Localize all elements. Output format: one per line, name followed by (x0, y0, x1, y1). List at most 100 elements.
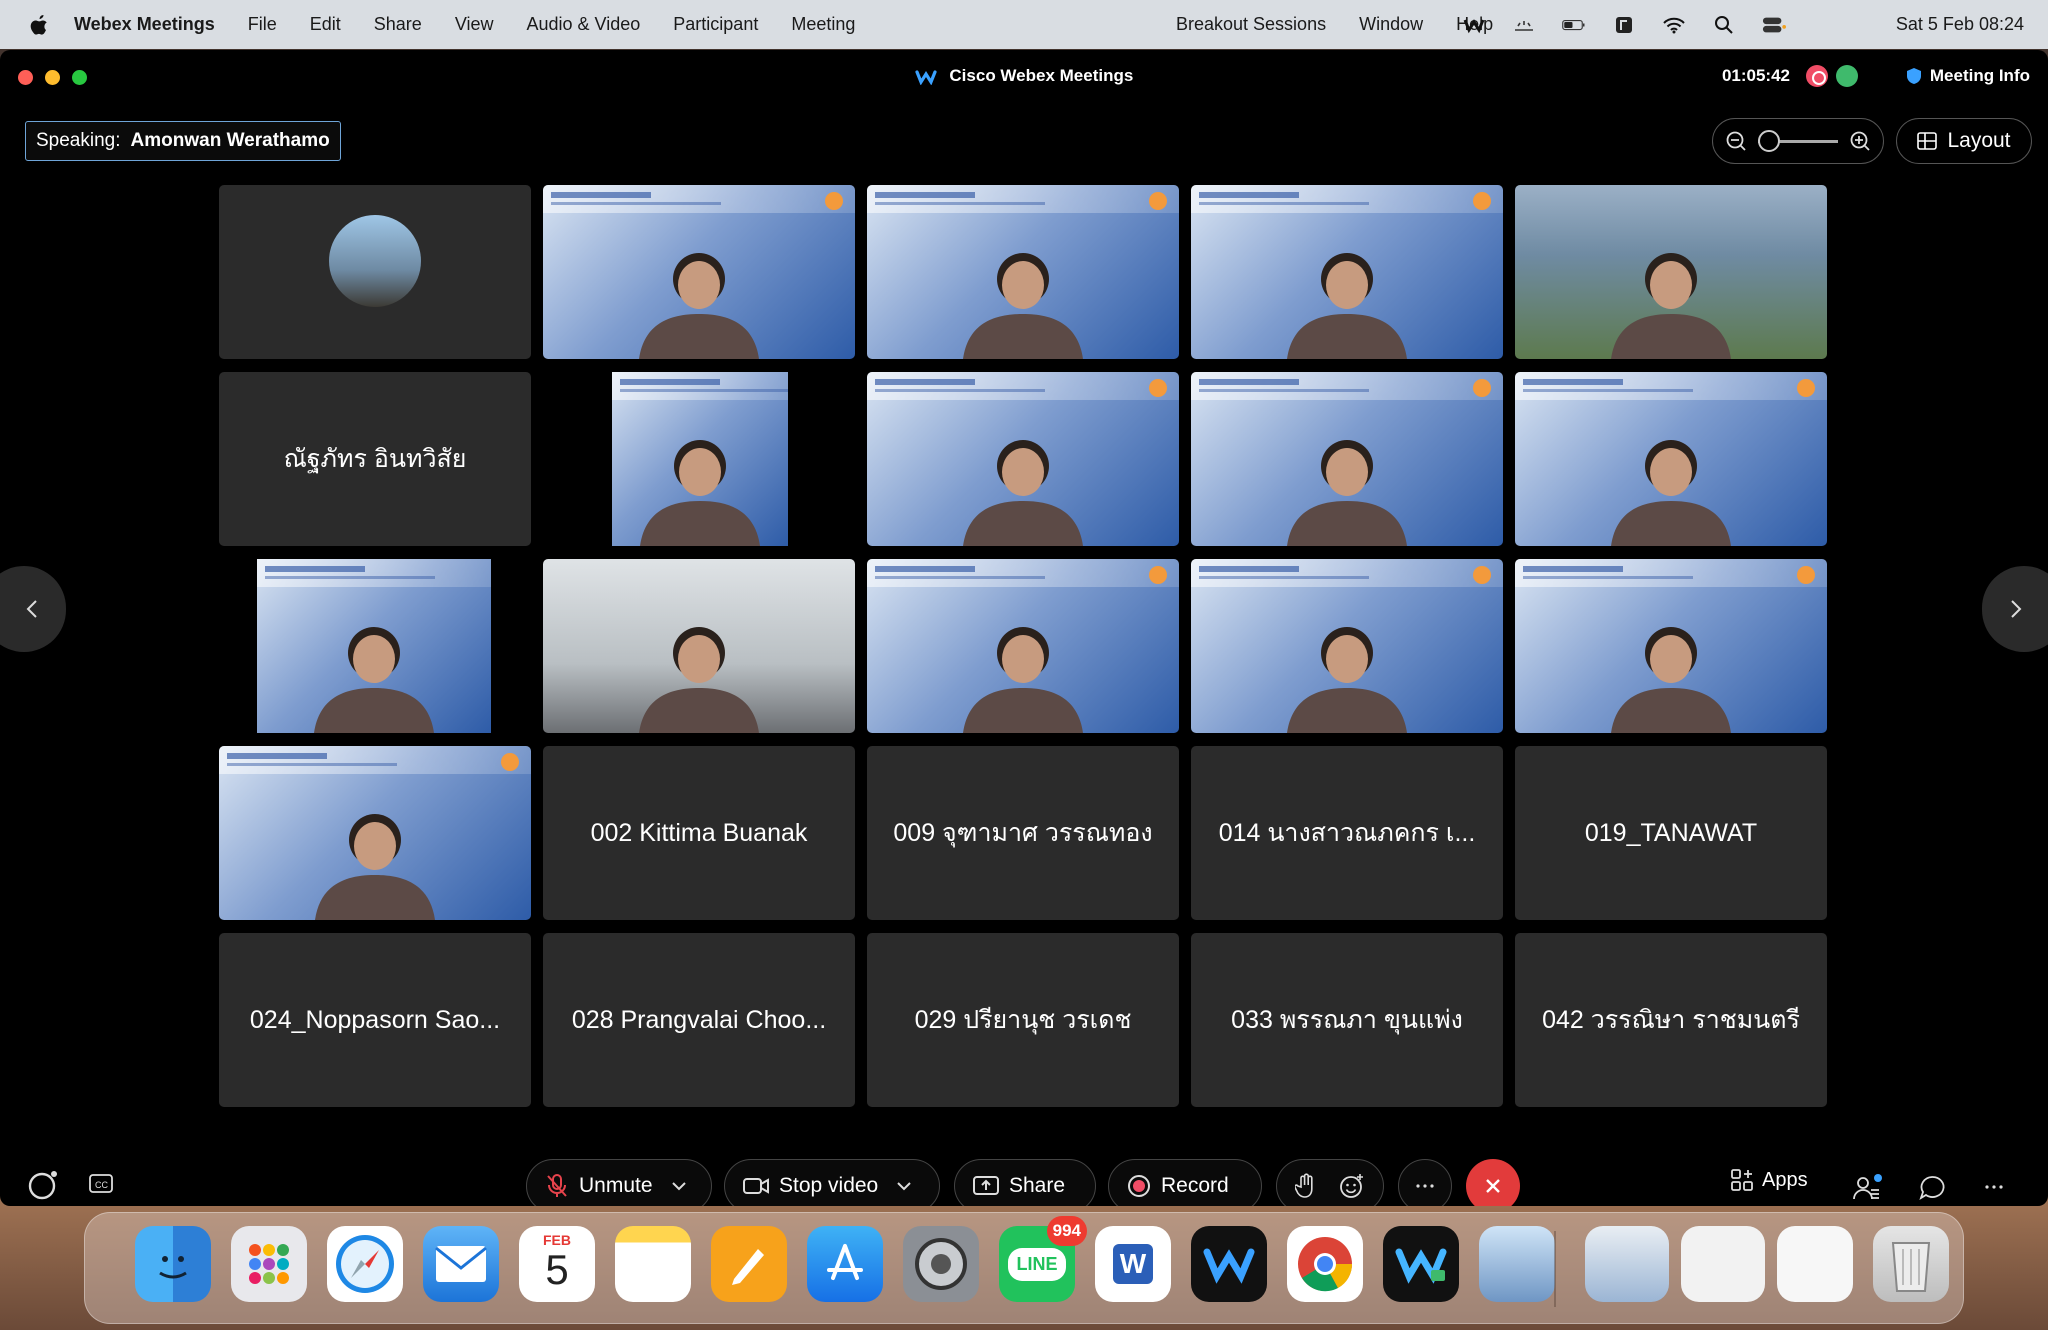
apple-icon[interactable] (28, 13, 50, 37)
participant-video-tile[interactable] (867, 372, 1179, 546)
control-center-icon[interactable] (1762, 14, 1786, 36)
dock-recent-window-2[interactable] (1681, 1226, 1765, 1302)
menu-meeting[interactable]: Meeting (791, 14, 855, 35)
more-options-button[interactable] (1398, 1159, 1452, 1206)
dock-notes-icon[interactable] (615, 1226, 691, 1302)
participant-tile[interactable]: ณัฐภัทร อินทวิสัย (219, 372, 531, 546)
menu-audio-video[interactable]: Audio & Video (527, 14, 641, 35)
notes-menu-icon[interactable] (1612, 14, 1636, 36)
participant-tile[interactable]: 002 Kittima Buanak (543, 746, 855, 920)
dock-safari-icon[interactable] (327, 1226, 403, 1302)
menu-breakout-sessions[interactable]: Breakout Sessions (1176, 14, 1326, 35)
menu-window[interactable]: Window (1359, 14, 1423, 35)
record-button[interactable]: Record (1108, 1159, 1262, 1206)
more-panels-icon[interactable] (1984, 1184, 2004, 1190)
chevron-down-icon[interactable] (671, 1181, 687, 1191)
participant-tile[interactable]: 019_TANAWAT (1515, 746, 1827, 920)
participant-video-tile[interactable] (219, 559, 531, 733)
unmute-button[interactable]: Unmute (526, 1159, 712, 1206)
participant-tile[interactable]: 014 นางสาวณภคกร เ... (1191, 746, 1503, 920)
participant-video-tile[interactable] (543, 372, 855, 546)
leave-meeting-button[interactable] (1466, 1159, 1520, 1206)
weather-icon[interactable] (1512, 14, 1536, 36)
emoji-reaction-icon[interactable] (1339, 1173, 1365, 1199)
closed-captions-icon[interactable]: CC (88, 1172, 116, 1196)
window-titlebar: Cisco Webex Meetings 01:05:42 Meeting In… (0, 50, 2048, 104)
menubar-clock[interactable]: Sat 5 Feb 08:24 (1896, 0, 2024, 49)
raise-hand-icon[interactable] (1295, 1173, 1317, 1199)
presentation-banner (1515, 372, 1827, 400)
zoom-out-icon[interactable] (1725, 130, 1747, 152)
chevron-left-icon (26, 600, 37, 618)
presentation-banner (543, 185, 855, 213)
participant-video-tile[interactable] (543, 185, 855, 359)
menu-app-name[interactable]: Webex Meetings (74, 14, 215, 35)
participant-video-tile[interactable] (1191, 372, 1503, 546)
participant-silhouette (1287, 440, 1407, 546)
participant-tile[interactable] (219, 185, 531, 359)
dock-pages-icon[interactable] (711, 1226, 787, 1302)
participant-name: 002 Kittima Buanak (590, 818, 808, 847)
dock-app-store-icon[interactable] (807, 1226, 883, 1302)
dock-mail-icon[interactable] (423, 1226, 499, 1302)
org-logo-icon (825, 192, 843, 210)
share-button[interactable]: Share (954, 1159, 1096, 1206)
meeting-info-button[interactable]: Meeting Info (1906, 66, 2030, 86)
dock-preview-icon[interactable] (1479, 1226, 1555, 1302)
participant-video-tile[interactable] (1515, 185, 1827, 359)
layout-button[interactable]: Layout (1896, 118, 2032, 164)
participant-name: 019_TANAWAT (1584, 818, 1758, 847)
participant-tile[interactable]: 009 จุฑามาศ วรรณทอง (867, 746, 1179, 920)
participant-video-tile[interactable] (1191, 185, 1503, 359)
recording-status-icon[interactable] (1806, 65, 1828, 87)
dock-calendar-icon[interactable]: FEB 5 (519, 1226, 595, 1302)
chevron-down-icon[interactable] (896, 1181, 912, 1191)
zoom-slider-knob[interactable] (1758, 129, 1780, 152)
participant-tile[interactable]: 042 วรรณิษา ราชมนตรี (1515, 933, 1827, 1107)
chat-icon[interactable] (1918, 1174, 1946, 1202)
dock-recent-window-3[interactable] (1777, 1226, 1853, 1302)
next-page-button[interactable] (1982, 566, 2048, 652)
menu-participant[interactable]: Participant (673, 14, 758, 35)
dock-recent-window-1[interactable] (1585, 1226, 1669, 1302)
stop-video-button[interactable]: Stop video (724, 1159, 940, 1206)
menu-edit[interactable]: Edit (310, 14, 341, 35)
menu-file[interactable]: File (248, 14, 277, 35)
line-app-label: LINE (1008, 1247, 1066, 1281)
participant-video-tile[interactable] (867, 185, 1179, 359)
spotlight-search-icon[interactable] (1712, 14, 1736, 36)
participants-icon[interactable] (1852, 1174, 1882, 1204)
participant-video-tile[interactable] (543, 559, 855, 733)
participant-video-tile[interactable] (1515, 372, 1827, 546)
battery-icon[interactable] (1562, 14, 1586, 36)
participant-tile[interactable]: 028 Prangvalai Choo... (543, 933, 855, 1107)
participant-video-tile[interactable] (1515, 559, 1827, 733)
participant-video-tile[interactable] (219, 746, 531, 920)
dock-chrome-icon[interactable] (1287, 1226, 1363, 1302)
zoom-in-icon[interactable] (1849, 130, 1871, 152)
participant-tile[interactable]: 029 ปรียานุช วรเดช (867, 933, 1179, 1107)
menu-share[interactable]: Share (374, 14, 422, 35)
apps-button[interactable]: Apps (1730, 1168, 1808, 1192)
webex-status-icon[interactable] (1462, 14, 1486, 36)
dock-launchpad-icon[interactable] (231, 1226, 307, 1302)
participant-name: 024_Noppasorn Sao... (249, 1005, 501, 1034)
previous-page-button[interactable] (0, 566, 66, 652)
dock-line-icon[interactable]: LINE 994 (999, 1216, 1087, 1302)
dock-webex-meetings-icon[interactable] (1383, 1226, 1459, 1302)
dock-system-preferences-icon[interactable] (903, 1226, 979, 1302)
participant-tile[interactable]: 024_Noppasorn Sao... (219, 933, 531, 1107)
wifi-icon[interactable] (1662, 14, 1686, 36)
dock-word-icon[interactable]: W (1095, 1226, 1171, 1302)
video-feed (257, 559, 491, 733)
status-ring-icon[interactable] (26, 1168, 60, 1202)
menu-view[interactable]: View (455, 14, 494, 35)
participant-tile[interactable]: 033 พรรณภา ขุนแพ่ง (1191, 933, 1503, 1107)
zoom-slider[interactable] (1758, 129, 1838, 152)
dock-webex-icon[interactable] (1191, 1226, 1267, 1302)
network-health-icon[interactable] (1836, 65, 1858, 87)
dock-trash-icon[interactable] (1873, 1226, 1949, 1302)
participant-video-tile[interactable] (867, 559, 1179, 733)
participant-video-tile[interactable] (1191, 559, 1503, 733)
dock-finder-icon[interactable] (135, 1226, 211, 1302)
